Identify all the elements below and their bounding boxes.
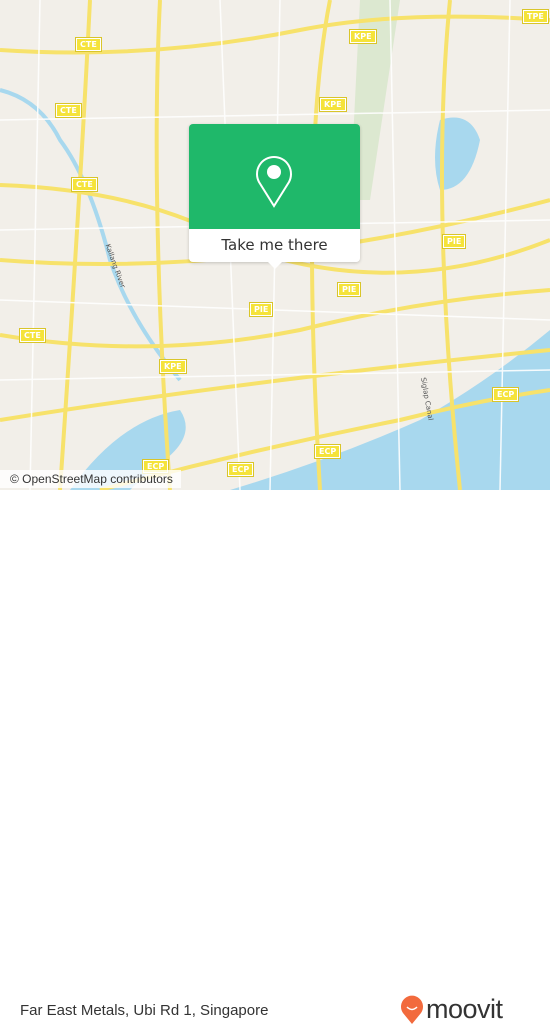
map-pin-icon (256, 156, 292, 208)
popup-header (189, 124, 360, 229)
road-shield-ecp: ECP (315, 445, 341, 458)
road-shield-kpe: KPE (160, 360, 186, 373)
road-shield-cte: CTE (76, 38, 101, 51)
road-shield-cte: CTE (56, 104, 81, 117)
road-shield-pie: PIE (250, 303, 273, 316)
attribution[interactable]: © OpenStreetMap contributors (0, 470, 181, 488)
take-me-there-button[interactable]: Take me there (189, 229, 360, 262)
moovit-logo[interactable]: moovit (400, 994, 503, 1025)
road-shield-ecp: ECP (493, 388, 519, 401)
road-shield-cte: CTE (72, 178, 97, 191)
road-shield-cte: CTE (20, 329, 45, 342)
moovit-pin-icon (401, 995, 423, 1024)
place-name: Far East Metals, Ubi Rd 1, Singapore (20, 1002, 269, 1019)
map[interactable]: CTE CTE CTE CTE KPE KPE KPE TPE PIE PIE … (0, 0, 550, 490)
road-shield-tpe: TPE (523, 10, 548, 23)
footer: Far East Metals, Ubi Rd 1, Singapore moo… (0, 490, 550, 1024)
road-shield-kpe: KPE (320, 98, 346, 111)
location-popup: Take me there (189, 124, 360, 269)
brand-name: moovit (426, 994, 503, 1024)
road-shield-kpe: KPE (350, 30, 376, 43)
road-shield-pie: PIE (338, 283, 361, 296)
road-shield-ecp: ECP (228, 463, 254, 476)
popup-pointer (267, 261, 283, 269)
road-shield-pie: PIE (443, 235, 466, 248)
